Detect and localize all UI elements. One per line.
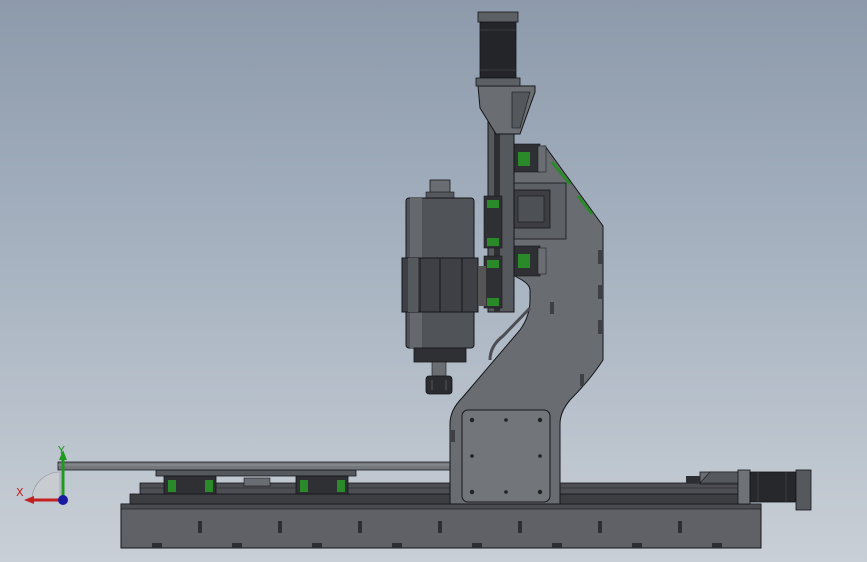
triad-plane-shading bbox=[31, 471, 61, 501]
spindle-motor[interactable] bbox=[401, 179, 486, 395]
x-axis-arrowhead bbox=[24, 496, 34, 504]
z-axis-dot bbox=[58, 495, 68, 505]
cad-graphics-viewport[interactable]: Y X bbox=[0, 0, 867, 562]
cnc-machine-model[interactable] bbox=[0, 0, 867, 562]
x-axis-label: X bbox=[16, 486, 24, 499]
view-orientation-triad[interactable]: Y X bbox=[10, 438, 90, 513]
z-axis-stepper-motor[interactable] bbox=[475, 11, 521, 87]
machine-base[interactable] bbox=[120, 503, 762, 549]
x-axis-rail[interactable] bbox=[129, 471, 751, 505]
x-axis-stepper-motor[interactable] bbox=[737, 469, 812, 511]
work-bed-plate[interactable] bbox=[57, 461, 457, 471]
y-axis-label: Y bbox=[57, 444, 65, 457]
